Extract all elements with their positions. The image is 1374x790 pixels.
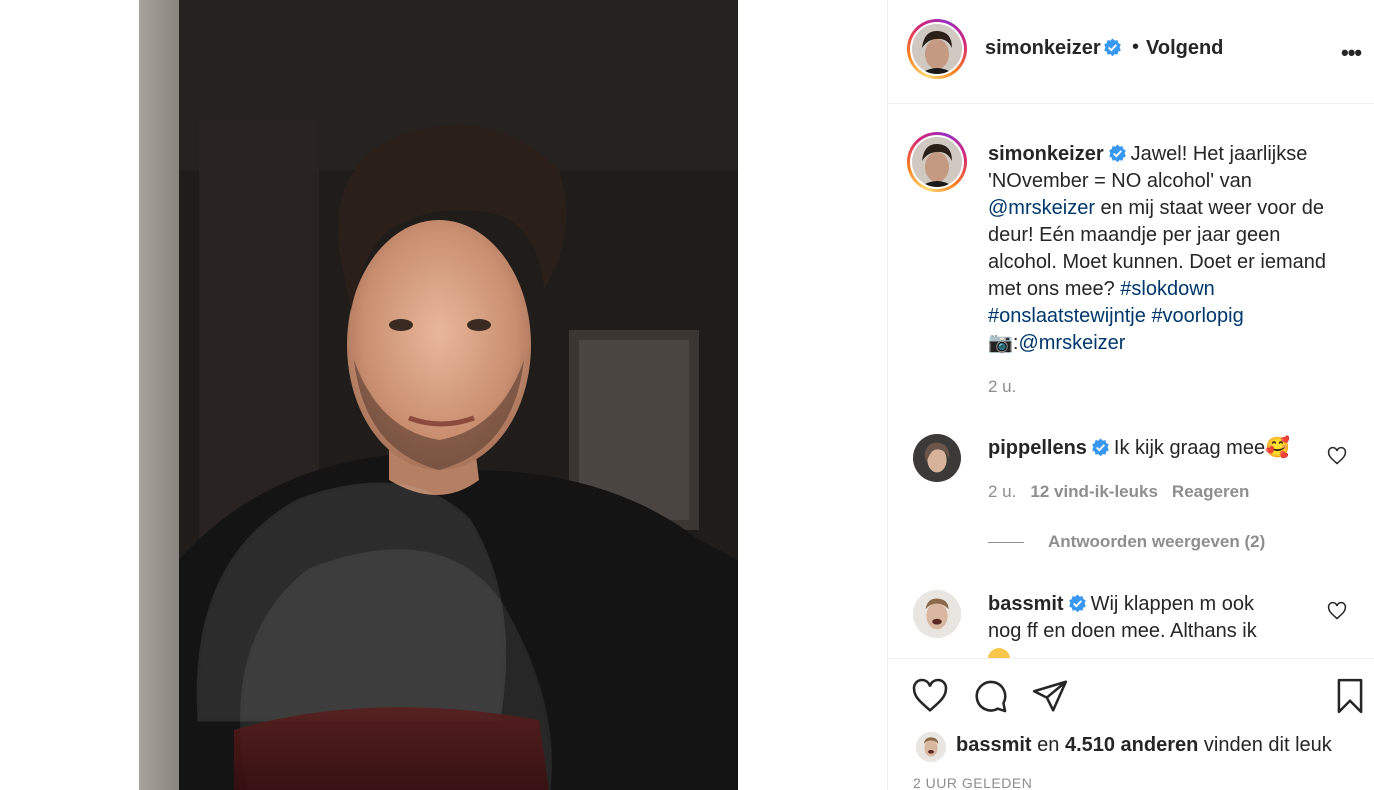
comment-text: bassmit Wij klappen m ook nog ff en doen … — [988, 591, 1318, 658]
author-username[interactable]: simonkeizer — [985, 37, 1101, 60]
likes-suffix: vinden dit leuk — [1198, 734, 1332, 756]
post-actions: bassmit en 4.510 anderen vinden dit leuk… — [888, 658, 1374, 790]
reply-button[interactable]: Reageren — [1172, 482, 1249, 501]
comments-section[interactable]: simonkeizer Jawel! Het jaarlijkse 'NOvemb… — [888, 104, 1374, 658]
verified-icon — [1092, 438, 1109, 457]
post-photo-illustration — [139, 0, 738, 790]
liker-avatar[interactable] — [916, 732, 946, 762]
caption-line: met ons mee? — [988, 278, 1121, 300]
mention-link[interactable]: @mrskeizer — [1018, 332, 1125, 354]
smiling-hearts-emoji: 🥰 — [1265, 437, 1290, 459]
verified-icon — [1108, 144, 1126, 163]
post-photo[interactable] — [139, 0, 738, 790]
likes-connector: en — [1031, 734, 1065, 756]
liker-username[interactable]: bassmit — [956, 734, 1032, 756]
caption-line: deur! Eén maandje per jaar geen — [988, 224, 1281, 246]
commenter-avatar[interactable] — [913, 434, 961, 482]
caption-line: 'NOvember = NO alcohol' van — [988, 170, 1252, 192]
hashtag-link[interactable]: #slokdown — [1120, 278, 1215, 300]
verified-icon — [1068, 594, 1086, 613]
likes-count[interactable]: 4.510 anderen — [1065, 734, 1198, 756]
cutoff-emoji — [988, 648, 1010, 658]
commenter-avatar[interactable] — [913, 590, 961, 638]
caption-time[interactable]: 2 u. — [988, 377, 1016, 397]
view-replies-button[interactable]: Antwoorden weergeven (2) — [1048, 532, 1265, 552]
commenter-username[interactable]: pippellens — [988, 437, 1087, 459]
comment-body: Wij klappen m ook — [1090, 593, 1254, 615]
heart-icon[interactable] — [911, 677, 949, 715]
separator-dot: • — [1132, 36, 1140, 58]
hashtag-link[interactable]: #onslaatstewijntje — [988, 305, 1146, 327]
more-options-icon[interactable]: ••• — [1341, 40, 1362, 66]
author-avatar[interactable] — [907, 19, 967, 79]
verified-icon — [1104, 38, 1121, 57]
comment-likes[interactable]: 12 vind-ik-leuks — [1030, 482, 1158, 501]
camera-emoji: 📷 — [988, 332, 1013, 354]
caption-avatar[interactable] — [907, 132, 967, 192]
post-side-panel: simonkeizer • Volgend ••• simonkeizer Jaw… — [887, 0, 1374, 790]
comment-body: nog ff en doen mee. Althans ik — [988, 620, 1257, 642]
caption-username[interactable]: simonkeizer — [988, 143, 1104, 165]
hashtag-link[interactable]: #voorlopig — [1151, 305, 1243, 327]
comment-body: Ik kijk graag mee — [1113, 437, 1266, 459]
caption-text: simonkeizer Jawel! Het jaarlijkse 'NOvemb… — [988, 141, 1363, 357]
caption-line: en mij staat weer voor de — [1094, 197, 1324, 219]
comment-time[interactable]: 2 u. — [988, 482, 1016, 501]
caption-line: alcohol. Moet kunnen. Doet er iemand — [988, 251, 1326, 273]
post-header: simonkeizer • Volgend ••• — [888, 0, 1374, 104]
share-icon[interactable] — [1031, 677, 1069, 715]
post-timestamp[interactable]: 2 UUR GELEDEN — [913, 775, 1032, 790]
commenter-username[interactable]: bassmit — [988, 593, 1064, 615]
comment-text: pippellens Ik kijk graag mee🥰 — [988, 435, 1318, 462]
caption-line: Jawel! Het jaarlijkse — [1130, 143, 1308, 165]
like-comment-heart-icon[interactable] — [1327, 446, 1347, 466]
comment-meta: 2 u. 12 vind-ik-leuks Reageren — [988, 482, 1249, 502]
like-comment-heart-icon[interactable] — [1327, 601, 1347, 621]
likes-summary: bassmit en 4.510 anderen vinden dit leuk — [956, 734, 1332, 757]
mention-link[interactable]: @mrskeizer — [988, 197, 1095, 219]
follow-status-button[interactable]: Volgend — [1146, 37, 1223, 60]
bookmark-icon[interactable] — [1331, 677, 1369, 715]
replies-divider — [988, 542, 1024, 543]
comment-icon[interactable] — [971, 677, 1009, 715]
